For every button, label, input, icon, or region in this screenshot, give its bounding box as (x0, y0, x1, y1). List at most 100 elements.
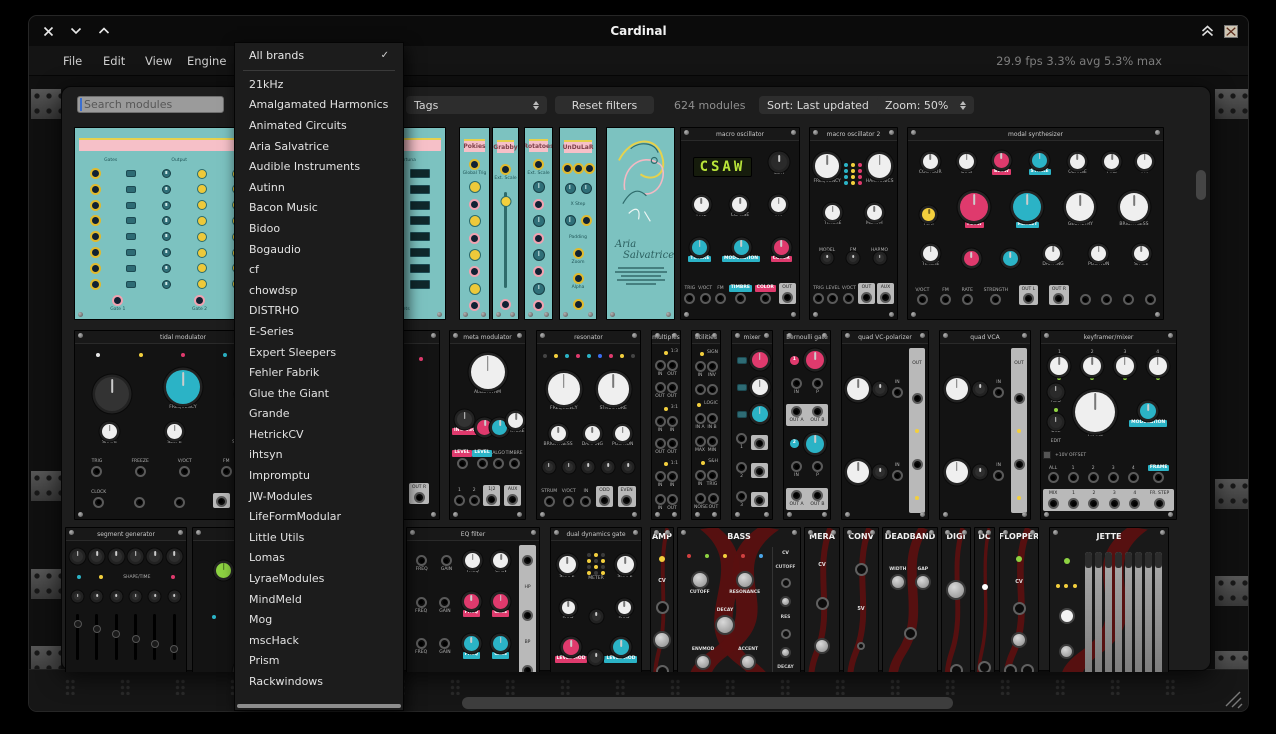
module-macro-oscillator-2[interactable]: macro oscillator 2FREQUENCYHARMONICSTIMB… (809, 127, 898, 320)
slider-track[interactable] (153, 614, 156, 660)
module-undular[interactable]: UnDuLaRUnDuLaRX StepPaddingZoomAlpha (559, 127, 597, 320)
knob (653, 631, 671, 649)
menu-item-hetrickcv[interactable]: HetrickCV (235, 424, 403, 445)
menu-item-chowdsp[interactable]: chowdsp (235, 280, 403, 301)
search-input[interactable] (77, 96, 224, 113)
chevron-up-icon[interactable] (97, 24, 111, 38)
menu-item-grande[interactable]: Grande (235, 404, 403, 425)
menu-item-e-series[interactable]: E-Series (235, 321, 403, 342)
menu-item-all-brands[interactable]: All brands ✓ (235, 43, 403, 68)
chevron-down-icon[interactable] (69, 24, 83, 38)
slider-handle[interactable] (500, 196, 511, 207)
menubar-item-engine[interactable]: Engine (183, 46, 230, 76)
control-row: TIMBREMODULATIONCOLOR (683, 240, 797, 263)
close-icon[interactable] (41, 24, 55, 38)
output-slot (751, 435, 768, 450)
broken-image-icon[interactable] (1224, 25, 1238, 38)
menu-item-impromptu[interactable]: Impromptu (235, 465, 403, 486)
menu-item-amalgamated-harmonics[interactable]: Amalgamated Harmonics (235, 95, 403, 116)
module-resonator[interactable]: resonatorFREQUENCYSTRUCTUREBRIGHTNESSDAM… (536, 330, 641, 520)
module-mera[interactable]: MERACV (804, 527, 840, 672)
menu-item-ihtsyn[interactable]: ihtsyn (235, 445, 403, 466)
menubar-item-edit[interactable]: Edit (99, 46, 129, 76)
vertical-scrollbar[interactable] (1196, 170, 1206, 200)
module-panel: CVIN (1000, 545, 1038, 672)
menu-item-glue-the-giant[interactable]: Glue the Giant (235, 383, 403, 404)
menu-item-lyraemodules[interactable]: LyraeModules (235, 568, 403, 589)
module-rotatoes[interactable]: RotatoesRotatoesExt. Scale (524, 127, 553, 320)
menu-item-mindmeld[interactable]: MindMeld (235, 589, 403, 610)
menu-item-fehler-fabrik[interactable]: Fehler Fabrik (235, 362, 403, 383)
menu-item-autinn[interactable]: Autinn (235, 177, 403, 198)
module-flopper[interactable]: FLOPPERCVIN (999, 527, 1039, 672)
module-bernoulli-gate[interactable]: bernoulli gate1INPOUT AOUT B2INPOUT AOUT… (783, 330, 831, 520)
slider-track[interactable] (95, 614, 98, 660)
module-conv[interactable]: CONV5V (843, 527, 879, 672)
menu-item-animated-circuits[interactable]: Animated Circuits (235, 115, 403, 136)
switch[interactable] (1043, 451, 1051, 459)
button[interactable] (1059, 608, 1075, 624)
double-chevron-up-icon[interactable] (1200, 24, 1214, 38)
titlebar[interactable]: Cardinal (29, 16, 1248, 46)
module-mixer[interactable]: mixer123 (731, 330, 773, 520)
slider-track[interactable] (173, 614, 176, 660)
menu-scrollbar[interactable] (237, 704, 401, 708)
module-utilities[interactable]: utilitiesSIGNININVLOGICIN AIN BMAXMINS&H… (691, 330, 721, 520)
control-group: COLOR (771, 240, 792, 263)
label: FINE (1107, 170, 1117, 176)
slider-track[interactable] (76, 614, 79, 660)
slider-track[interactable] (134, 614, 137, 660)
module-quad-vc-polarizer[interactable]: quad VC-polarizerOUTININ (841, 330, 929, 520)
module-eq-filter[interactable]: EQ filterHPBPLPFREQGAINFREQGAINFREQGAINF… (406, 527, 540, 672)
menu-item-little-utils[interactable]: Little Utils (235, 527, 403, 548)
menu-item-lifeformmodular[interactable]: LifeFormModular (235, 506, 403, 527)
module-digi[interactable]: DIGI (941, 527, 971, 672)
module-title: MERA (805, 528, 839, 545)
zoom-dropdown[interactable]: Zoom: 50% (877, 96, 974, 114)
module-grabby[interactable]: GrabbyGrabbyExt. Scale (492, 127, 519, 320)
menu-item-mog[interactable]: Mog (235, 609, 403, 630)
menu-item-mschack[interactable]: mscHack (235, 630, 403, 651)
module-macro-oscillator[interactable]: macro oscillatorCSAWEDITFINECOARSEFMTIMB… (680, 127, 800, 320)
resize-handle-icon[interactable] (1222, 688, 1244, 710)
module-deadband[interactable]: DEADBANDWIDTHGAP (882, 527, 938, 672)
menubar-item-file[interactable]: File (59, 46, 86, 76)
module-keyframer-mixer[interactable]: keyframer/mixer1234ADDDELEDITFRAMEMODULA… (1040, 330, 1177, 520)
menu-item-cf[interactable]: cf (235, 259, 403, 280)
menubar-item-view[interactable]: View (141, 46, 176, 76)
menu-item-21khz[interactable]: 21kHz (235, 74, 403, 95)
tags-dropdown[interactable]: Tags (406, 96, 547, 114)
horizontal-scrollbar[interactable] (462, 697, 953, 709)
menu-item-bacon-music[interactable]: Bacon Music (235, 198, 403, 219)
module-meta-modulator[interactable]: meta modulatorALGORITHMINT. OSCTIMBRELEV… (449, 330, 526, 520)
module-amp[interactable]: AMPCVIN (650, 527, 674, 672)
menu-item-jw-modules[interactable]: JW-Modules (235, 486, 403, 507)
menu-item-lomas[interactable]: Lomas (235, 548, 403, 569)
menu-item-audible-instruments[interactable]: Audible Instruments (235, 156, 403, 177)
label: TIMBRE (824, 221, 841, 227)
menu-item-distrho[interactable]: DISTRHO (235, 301, 403, 322)
module-dc[interactable]: DC (974, 527, 995, 672)
module-pokies[interactable]: PokiesPokiesGlobal Trig (459, 127, 490, 320)
menu-item-bidoo[interactable]: Bidoo (235, 218, 403, 239)
module-segment-generator[interactable]: segment generatorSHAPE/TIMEGATE (65, 527, 187, 672)
reset-filters-button[interactable]: Reset filters (555, 96, 654, 114)
knob (752, 352, 768, 368)
menu-item-prism[interactable]: Prism (235, 651, 403, 672)
label: CV (1015, 579, 1023, 586)
menu-item-aria-salvatrice[interactable]: Aria Salvatrice (235, 136, 403, 157)
slider-track[interactable] (115, 614, 118, 660)
module-bass[interactable]: BASSCVCUTOFFRESDECAYCUTOFFRESONANCEDECAY… (677, 527, 801, 672)
module-quad-vca[interactable]: quad VCAOUTININ (939, 330, 1031, 520)
module-multiples[interactable]: multiples1:3INOUTOUTOUT3:1ININOUTOUT1:1I… (651, 330, 681, 520)
label: +10V OFFSET (1055, 453, 1086, 459)
module-jette[interactable]: JETTE5V/OCT (1049, 527, 1169, 672)
module-panel[interactable]: AriaSalvatrice (606, 127, 675, 320)
menu-item-rackwindows[interactable]: Rackwindows (235, 671, 403, 692)
menu-item-expert-sleepers[interactable]: Expert Sleepers (235, 342, 403, 363)
control-group: FM (715, 286, 726, 304)
menu-item-bogaudio[interactable]: Bogaudio (235, 239, 403, 260)
module-dual-dynamics-gate[interactable]: dual dynamics gateSHAPEMETERSHAPEMODMODL… (550, 527, 642, 672)
module-modal-synthesizer[interactable]: modal synthesizerCONTOURBOWBLOWSTRIKECOA… (907, 127, 1164, 320)
control-group: GAIN (441, 555, 452, 573)
